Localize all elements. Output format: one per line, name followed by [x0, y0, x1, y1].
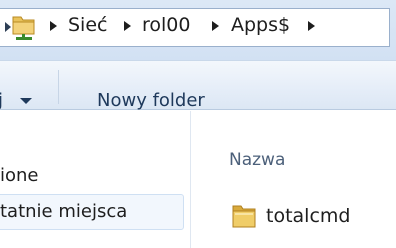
- network-folder-icon: [12, 16, 35, 40]
- new-folder-button[interactable]: Nowy folder: [97, 89, 205, 113]
- toolbar-divider: [58, 70, 59, 104]
- chevron-right-icon[interactable]: [5, 22, 11, 32]
- breadcrumb-item-rol00[interactable]: rol00: [142, 13, 190, 37]
- column-header-name[interactable]: Nazwa: [229, 149, 285, 171]
- breadcrumb-separator-icon[interactable]: [212, 21, 219, 31]
- nav-item-favorites[interactable]: ione: [0, 164, 39, 188]
- organize-menu-button[interactable]: j: [0, 89, 3, 113]
- folder-icon: [232, 205, 256, 228]
- nav-item-recent-places[interactable]: tatnie miejsca: [0, 200, 127, 224]
- file-item-totalcmd[interactable]: totalcmd: [266, 204, 350, 228]
- breadcrumb-separator-icon[interactable]: [308, 21, 315, 31]
- breadcrumb-item-network[interactable]: Sieć: [68, 13, 107, 37]
- breadcrumb-separator-icon[interactable]: [124, 21, 131, 31]
- address-bar[interactable]: [0, 8, 390, 47]
- breadcrumb-item-apps[interactable]: Apps$: [231, 13, 290, 37]
- header-divider: [191, 178, 396, 179]
- breadcrumb-separator-icon[interactable]: [50, 21, 57, 31]
- chevron-down-icon[interactable]: [20, 98, 32, 104]
